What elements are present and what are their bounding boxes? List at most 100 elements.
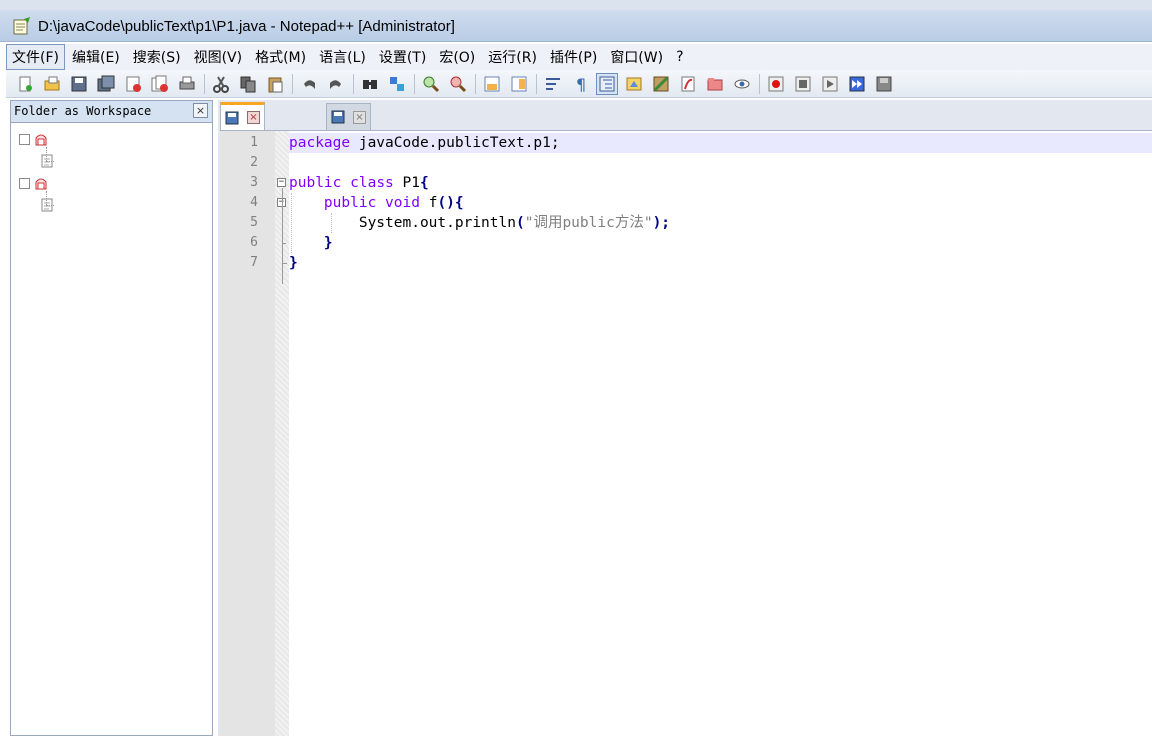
doc-map-icon[interactable]	[650, 73, 672, 95]
code-token: (){	[437, 195, 464, 211]
code-line[interactable]: System.out.println("调用public方法");	[289, 213, 1152, 233]
code-token: }	[323, 235, 333, 251]
menu-item[interactable]: 窗口(W)	[604, 44, 669, 70]
menu-item[interactable]: ?	[670, 46, 689, 68]
editor-area: × × 1234567 − − package javaCode.publicTex…	[218, 100, 1152, 736]
code-token: }	[289, 255, 298, 271]
menu-item[interactable]: 搜索(S)	[127, 44, 187, 70]
tab-close-icon[interactable]: ×	[247, 111, 260, 124]
line-number: 7	[250, 255, 258, 270]
code-line[interactable]: }	[289, 253, 1152, 273]
tab-M1-java[interactable]: ×	[326, 103, 371, 130]
tree-connector	[46, 161, 54, 162]
replace-icon[interactable]	[386, 73, 408, 95]
paste-icon[interactable]	[264, 73, 286, 95]
user-lang-icon[interactable]	[623, 73, 645, 95]
tree-folder-p1[interactable]	[19, 129, 57, 149]
saved-file-icon	[331, 110, 350, 124]
menu-item[interactable]: 插件(P)	[544, 44, 603, 70]
code-editor[interactable]: 1 2 3 4 5 6 7 − − package javaCode.publicText.p…	[220, 130, 1152, 736]
zoom-in-icon[interactable]	[420, 73, 442, 95]
line-number: 6	[250, 235, 258, 250]
redo-icon[interactable]	[325, 73, 347, 95]
indent-guide	[331, 213, 332, 233]
line-number: 4	[250, 195, 258, 210]
close-all-icon[interactable]	[149, 73, 171, 95]
tab-close-icon[interactable]: ×	[353, 110, 366, 124]
folder-workspace-icon[interactable]	[704, 73, 726, 95]
code-token: f	[419, 195, 438, 211]
run-macro-multiple-icon[interactable]	[846, 73, 868, 95]
monitoring-icon[interactable]	[731, 73, 753, 95]
menu-item[interactable]: 文件(F)	[6, 44, 65, 70]
indent-guide-icon[interactable]	[596, 72, 618, 95]
fold-toggle-icon[interactable]: −	[277, 178, 286, 187]
copy-icon[interactable]	[237, 73, 259, 95]
code-token: "调用public方法"	[524, 215, 653, 231]
fold-end-marker	[282, 243, 286, 244]
find-icon[interactable]	[359, 73, 381, 95]
code-token: public	[323, 195, 377, 211]
code-token: System.out.println	[289, 215, 516, 231]
line-number: 1	[250, 135, 258, 150]
tab-P1-java[interactable]: ×	[220, 102, 265, 130]
menu-bar: 文件(F) 编辑(E) 搜索(S) 视图(V) 格式(M) 语言(L) 设置(T) 宏(O) 运…	[6, 44, 1152, 70]
code-line[interactable]: }	[289, 233, 1152, 253]
menu-item[interactable]: 编辑(E)	[66, 44, 126, 70]
save-icon[interactable]	[68, 73, 90, 95]
cut-icon[interactable]	[210, 73, 232, 95]
toolbar-separator	[414, 73, 415, 94]
line-number: 2	[250, 155, 258, 170]
code-token: {	[419, 175, 429, 191]
save-all-icon[interactable]	[95, 73, 117, 95]
play-macro-icon[interactable]	[819, 73, 841, 95]
print-icon[interactable]	[176, 73, 198, 95]
panel-header: Folder as Workspace ×	[11, 101, 212, 123]
function-list-icon[interactable]	[677, 73, 699, 95]
fold-margin: − −	[275, 131, 289, 736]
collapse-icon[interactable]	[19, 133, 30, 145]
panel-close-icon[interactable]: ×	[193, 103, 208, 118]
menu-item[interactable]: 宏(O)	[433, 44, 481, 70]
panel-title: Folder as Workspace	[14, 104, 152, 118]
line-number: 5	[250, 215, 258, 230]
menu-item[interactable]: 格式(M)	[249, 44, 312, 70]
sync-horizontal-icon[interactable]	[508, 73, 530, 95]
close-icon[interactable]	[122, 73, 144, 95]
menu-item[interactable]: 语言(L)	[313, 44, 372, 70]
tree-folder-p2[interactable]	[19, 173, 57, 193]
save-macro-icon[interactable]	[873, 73, 895, 95]
code-line[interactable]: public void f(){	[289, 193, 1152, 213]
svg-text:¶: ¶	[576, 75, 586, 93]
code-line[interactable]: package javaCode.publicText.p1;	[289, 133, 1152, 153]
collapse-icon[interactable]	[19, 177, 30, 189]
window-title: D:\javaCode\publicText\p1\P1.java - Note…	[38, 18, 455, 35]
show-all-chars-icon[interactable]: ¶	[569, 73, 591, 95]
menu-item[interactable]: 视图(V)	[188, 44, 249, 70]
code-token: P1	[393, 175, 420, 191]
title-bar: D:\javaCode\publicText\p1\P1.java - Note…	[0, 10, 1152, 42]
stop-record-icon[interactable]	[792, 73, 814, 95]
tab-bar: × ×	[218, 100, 1152, 130]
undo-icon[interactable]	[298, 73, 320, 95]
toolbar-separator	[536, 73, 537, 94]
zoom-out-icon[interactable]	[447, 73, 469, 95]
record-macro-icon[interactable]	[765, 73, 787, 95]
word-wrap-icon[interactable]	[542, 73, 564, 95]
code-token: (	[515, 215, 525, 231]
code-line[interactable]: public class P1{	[289, 173, 1152, 193]
menu-item[interactable]: 设置(T)	[373, 44, 432, 70]
open-file-icon[interactable]	[41, 73, 63, 95]
code-line[interactable]	[289, 153, 1152, 173]
sync-vertical-icon[interactable]	[481, 73, 503, 95]
folder-icon	[34, 133, 48, 146]
menu-item[interactable]: 运行(R)	[482, 44, 543, 70]
code-token: public	[289, 175, 342, 191]
code-token: void	[385, 195, 420, 211]
code-text-area[interactable]: package javaCode.publicText.p1; public cl…	[289, 131, 1152, 736]
new-file-icon[interactable]	[14, 73, 36, 95]
